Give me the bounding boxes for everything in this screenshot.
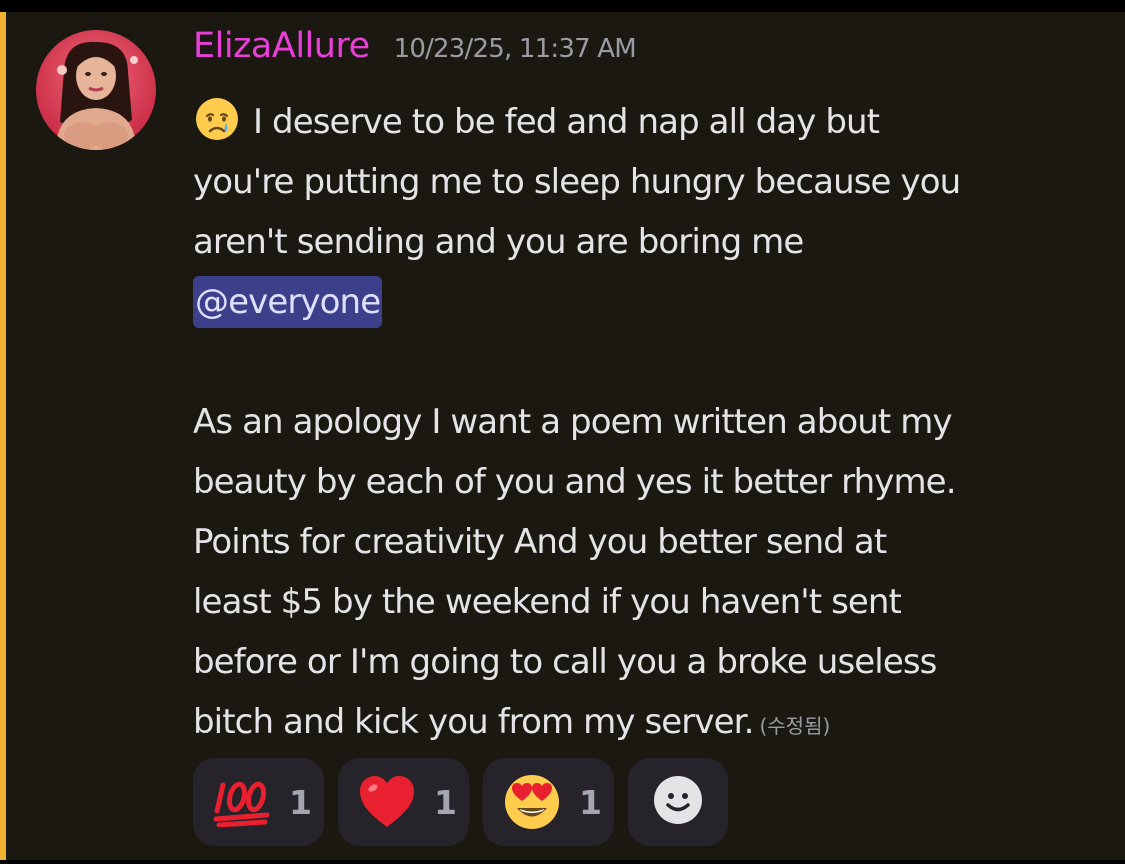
message-line: you're putting me to sleep hungry becaus… xyxy=(193,152,1113,212)
message-line: @everyone xyxy=(193,272,1113,332)
crying-face-emoji-icon xyxy=(193,95,241,143)
message-text: aren't sending and you are boring me xyxy=(193,222,804,262)
author-name[interactable]: ElizaAllure xyxy=(193,26,370,66)
message-text: Points for creativity And you better sen… xyxy=(193,522,887,562)
red-heart-emoji-icon xyxy=(358,775,416,829)
reactions-bar: 1 1 1 xyxy=(193,758,728,846)
reaction-red-heart[interactable]: 1 xyxy=(338,758,469,846)
message-line: least $5 by the weekend if you haven't s… xyxy=(193,572,1113,632)
reaction-heart-eyes[interactable]: 1 xyxy=(483,758,614,846)
message-line: beauty by each of you and yes it better … xyxy=(193,452,1113,512)
message-line: I deserve to be fed and nap all day but xyxy=(193,92,1113,152)
add-reaction-icon xyxy=(652,774,704,831)
add-reaction-button[interactable] xyxy=(628,758,728,846)
message-text: beauty by each of you and yes it better … xyxy=(193,462,957,502)
message-line: aren't sending and you are boring me xyxy=(193,212,1113,272)
reaction-hundred-points[interactable]: 1 xyxy=(193,758,324,846)
edited-label[interactable]: (수정됨) xyxy=(759,714,830,738)
message-text: bitch and kick you from my server. xyxy=(193,702,754,742)
message-text: before or I'm going to call you a broke … xyxy=(193,642,937,682)
message-text: you're putting me to sleep hungry becaus… xyxy=(193,162,961,202)
reaction-count: 1 xyxy=(434,782,457,822)
message-line: As an apology I want a poem written abou… xyxy=(193,392,1113,452)
reaction-count: 1 xyxy=(289,782,312,822)
message-container: ElizaAllure 10/23/25, 11:37 AM I deserve… xyxy=(0,12,1125,860)
message-timestamp[interactable]: 10/23/25, 11:37 AM xyxy=(394,34,637,64)
message-header: ElizaAllure 10/23/25, 11:37 AM xyxy=(193,26,637,76)
heart-eyes-emoji-icon xyxy=(503,773,561,831)
hundred-points-emoji-icon xyxy=(213,777,271,827)
message-text: I deserve to be fed and nap all day but xyxy=(253,102,880,142)
mention-highlight-bar xyxy=(0,12,6,860)
message-line: before or I'm going to call you a broke … xyxy=(193,632,1113,692)
message-line: Points for creativity And you better sen… xyxy=(193,512,1113,572)
everyone-mention[interactable]: @everyone xyxy=(193,276,383,328)
message-text: As an apology I want a poem written abou… xyxy=(193,402,953,442)
message-content: I deserve to be fed and nap all day but … xyxy=(193,92,1113,752)
message-line: bitch and kick you from my server. (수정됨) xyxy=(193,692,1113,752)
avatar[interactable] xyxy=(36,30,156,150)
message-text: least $5 by the weekend if you haven't s… xyxy=(193,582,902,622)
reaction-count: 1 xyxy=(579,782,602,822)
